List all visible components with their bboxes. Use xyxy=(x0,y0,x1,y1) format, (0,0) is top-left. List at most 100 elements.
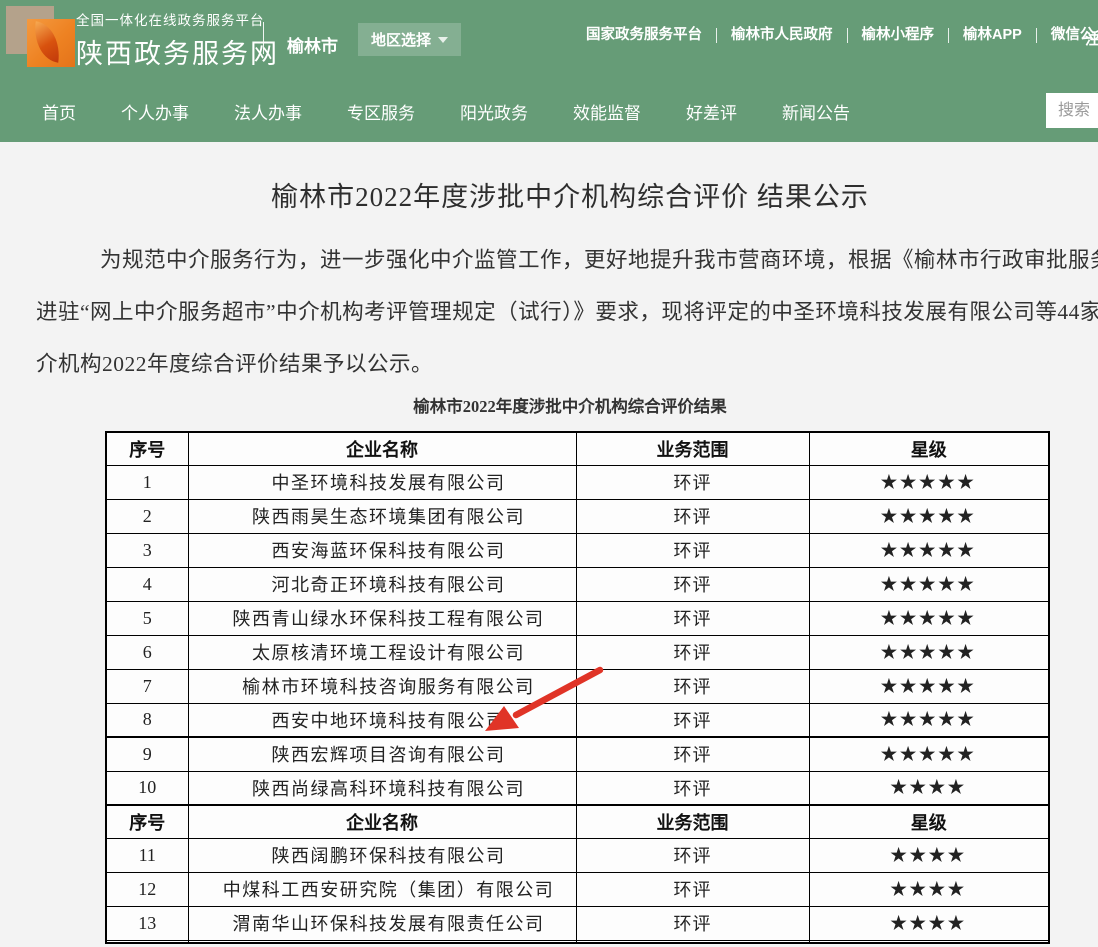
cell-scope: 环评 xyxy=(576,533,809,567)
cell-empty xyxy=(106,940,188,943)
table-row: 5陕西青山绿水环保科技工程有限公司环评★★★★★ xyxy=(106,601,1049,635)
cell-no: 7 xyxy=(106,669,188,703)
cell-empty xyxy=(809,940,1049,943)
table-row: 9陕西宏辉项目咨询有限公司环评★★★★★ xyxy=(106,737,1049,771)
main-nav: 首页 个人办事 法人办事 专区服务 阳光政务 效能监督 好差评 新闻公告 xyxy=(0,86,1098,142)
cell-no: 6 xyxy=(106,635,188,669)
announcement-paragraph: 为规范中介服务行为，进一步强化中介监管工作，更好地提升我市营商环境，根据《榆林市… xyxy=(36,234,1098,390)
table-row: 11陕西阔鹏环保科技有限公司环评★★★★ xyxy=(106,838,1049,872)
cell-no: 5 xyxy=(106,601,188,635)
column-header: 星级 xyxy=(809,432,1049,465)
cell-stars: ★★★★★ xyxy=(809,567,1049,601)
table-row-cutoff xyxy=(106,940,1049,943)
cell-scope: 环评 xyxy=(576,601,809,635)
table-row: 12中煤科工西安研究院（集团）有限公司环评★★★★ xyxy=(106,872,1049,906)
column-header: 序号 xyxy=(106,432,188,465)
cell-name: 渭南华山环保科技发展有限责任公司 xyxy=(188,906,576,940)
cell-stars: ★★★★★ xyxy=(809,737,1049,771)
table-title: 榆林市2022年度涉批中介机构综合评价结果 xyxy=(0,393,1098,417)
cell-scope: 环评 xyxy=(576,635,809,669)
cell-no: 13 xyxy=(106,906,188,940)
region-selector-button[interactable]: 地区选择 xyxy=(358,23,461,56)
column-header: 业务范围 xyxy=(576,805,809,838)
site-logo xyxy=(6,6,76,76)
cell-scope: 环评 xyxy=(576,737,809,771)
nav-item-personal-services[interactable]: 个人办事 xyxy=(121,97,189,131)
header-link-yulin-government[interactable]: 榆林市人民政府 xyxy=(717,28,848,43)
cell-no: 3 xyxy=(106,533,188,567)
cell-no: 9 xyxy=(106,737,188,771)
cell-name: 西安中地环境科技有限公司 xyxy=(188,703,576,737)
header-link-yulin-miniprogram[interactable]: 榆林小程序 xyxy=(848,28,950,43)
cell-no: 1 xyxy=(106,465,188,499)
table-row: 6太原核清环境工程设计有限公司环评★★★★★ xyxy=(106,635,1049,669)
nav-item-news-announcements[interactable]: 新闻公告 xyxy=(782,97,850,131)
header-link-yulin-app[interactable]: 榆林APP xyxy=(949,28,1037,43)
page-title: 榆林市2022年度涉批中介机构综合评价 结果公示 xyxy=(0,142,1098,214)
nav-item-rating[interactable]: 好差评 xyxy=(686,97,737,131)
cell-scope: 环评 xyxy=(576,499,809,533)
cell-stars: ★★★★★ xyxy=(809,499,1049,533)
cell-scope: 环评 xyxy=(576,669,809,703)
cell-stars: ★★★★ xyxy=(809,906,1049,940)
cell-stars: ★★★★ xyxy=(809,771,1049,805)
column-header: 企业名称 xyxy=(188,805,576,838)
cell-no: 2 xyxy=(106,499,188,533)
table-row: 10陕西尚绿高科环境科技有限公司环评★★★★ xyxy=(106,771,1049,805)
cell-no: 11 xyxy=(106,838,188,872)
cell-no: 8 xyxy=(106,703,188,737)
cell-stars: ★★★★★ xyxy=(809,703,1049,737)
cell-stars: ★★★★★ xyxy=(809,533,1049,567)
cell-name: 陕西雨昊生态环境集团有限公司 xyxy=(188,499,576,533)
column-header: 企业名称 xyxy=(188,432,576,465)
cell-scope: 环评 xyxy=(576,872,809,906)
cell-scope: 环评 xyxy=(576,838,809,872)
cell-empty xyxy=(188,940,576,943)
site-name: 陕西政务服务网 xyxy=(76,32,279,71)
cell-no: 10 xyxy=(106,771,188,805)
cell-name: 中圣环境科技发展有限公司 xyxy=(188,465,576,499)
table-row: 1中圣环境科技发展有限公司环评★★★★★ xyxy=(106,465,1049,499)
cell-stars: ★★★★ xyxy=(809,838,1049,872)
nav-list: 首页 个人办事 法人办事 专区服务 阳光政务 效能监督 好差评 新闻公告 xyxy=(42,97,850,131)
cell-stars: ★★★★★ xyxy=(809,635,1049,669)
paragraph-line: 进驻“网上中介服务超市”中介机构考评管理规定（试行）》要求，现将评定的中圣环境科… xyxy=(36,286,1098,338)
cell-no: 12 xyxy=(106,872,188,906)
nav-item-efficiency-supervision[interactable]: 效能监督 xyxy=(573,97,641,131)
cell-stars: ★★★★★ xyxy=(809,601,1049,635)
nav-item-special-zone-services[interactable]: 专区服务 xyxy=(347,97,415,131)
header-link-list: 国家政务服务平台榆林市人民政府榆林小程序榆林APP微信公众号 xyxy=(572,28,1098,43)
paragraph-line: 为规范中介服务行为，进一步强化中介监管工作，更好地提升我市营商环境，根据《榆林市… xyxy=(36,234,1098,286)
cell-scope: 环评 xyxy=(576,567,809,601)
cell-empty xyxy=(576,940,809,943)
cell-name: 陕西宏辉项目咨询有限公司 xyxy=(188,737,576,771)
cell-stars: ★★★★★ xyxy=(809,669,1049,703)
current-city-label: 榆林市 xyxy=(287,32,338,57)
nav-item-home[interactable]: 首页 xyxy=(42,97,76,131)
cell-name: 榆林市环境科技咨询服务有限公司 xyxy=(188,669,576,703)
cell-name: 陕西尚绿高科环境科技有限公司 xyxy=(188,771,576,805)
nav-item-legal-entity-services[interactable]: 法人办事 xyxy=(234,97,302,131)
column-header: 星级 xyxy=(809,805,1049,838)
table-header-row: 序号企业名称业务范围星级 xyxy=(106,432,1049,465)
page: 全国一体化在线政务服务平台 陕西政务服务网 榆林市 地区选择 国家政务服务平台榆… xyxy=(0,0,1098,947)
chevron-down-icon xyxy=(438,37,448,43)
table-row: 3西安海蓝环保科技有限公司环评★★★★★ xyxy=(106,533,1049,567)
paragraph-line: 介机构2022年度综合评价结果予以公示。 xyxy=(36,338,1098,390)
column-header: 业务范围 xyxy=(576,432,809,465)
cell-no: 4 xyxy=(106,567,188,601)
header-link-national-platform[interactable]: 国家政务服务平台 xyxy=(572,28,717,43)
search-input[interactable] xyxy=(1046,93,1098,128)
nav-item-transparent-government[interactable]: 阳光政务 xyxy=(460,97,528,131)
site-header: 全国一体化在线政务服务平台 陕西政务服务网 榆林市 地区选择 国家政务服务平台榆… xyxy=(0,0,1098,142)
region-selector-label: 地区选择 xyxy=(371,29,431,50)
register-link[interactable]: 注册 xyxy=(1085,28,1098,49)
table-row: 13渭南华山环保科技发展有限责任公司环评★★★★ xyxy=(106,906,1049,940)
cell-name: 陕西青山绿水环保科技工程有限公司 xyxy=(188,601,576,635)
content: 榆林市2022年度涉批中介机构综合评价 结果公示 为规范中介服务行为，进一步强化… xyxy=(0,142,1098,947)
table-row: 7榆林市环境科技咨询服务有限公司环评★★★★★ xyxy=(106,669,1049,703)
cell-name: 陕西阔鹏环保科技有限公司 xyxy=(188,838,576,872)
cell-name: 河北奇正环境科技有限公司 xyxy=(188,567,576,601)
evaluation-table: 序号企业名称业务范围星级1中圣环境科技发展有限公司环评★★★★★2陕西雨昊生态环… xyxy=(105,431,1050,944)
cell-stars: ★★★★ xyxy=(809,872,1049,906)
